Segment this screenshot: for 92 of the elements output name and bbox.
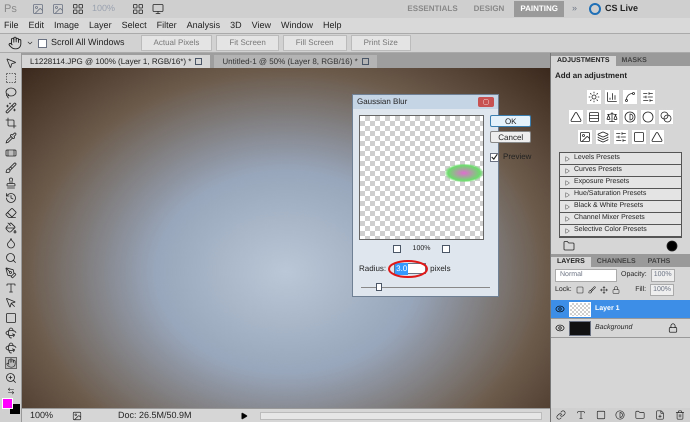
brightness-icon[interactable] — [586, 90, 600, 104]
zoom-in-button[interactable] — [442, 245, 450, 254]
menu-item[interactable]: Window — [280, 18, 313, 32]
lasso-tool-icon[interactable] — [4, 87, 16, 99]
view-extras-icon — [72, 3, 84, 15]
hand-tool-icon — [8, 36, 22, 50]
menu-item[interactable]: Image — [54, 18, 80, 32]
close-button[interactable] — [478, 97, 494, 107]
blur-tool-icon[interactable] — [4, 237, 16, 249]
brush-tool-icon[interactable] — [4, 162, 16, 174]
half-circle-icon[interactable] — [622, 110, 636, 124]
lock-position-icon — [600, 286, 608, 294]
visibility-eye-icon — [555, 323, 565, 333]
swap-colors-icon[interactable] — [6, 387, 14, 395]
balance-icon[interactable] — [604, 110, 618, 124]
stamp-tool-icon[interactable] — [4, 177, 16, 189]
arrange-documents-icon — [132, 3, 144, 15]
horizontal-scrollbar[interactable] — [260, 412, 542, 420]
caret-icon — [26, 39, 34, 47]
menu-arrow-icon — [240, 412, 248, 420]
hand-tool-icon[interactable] — [4, 357, 16, 369]
levels-icon[interactable] — [604, 90, 618, 104]
new-layer-icon — [655, 410, 666, 420]
checkbox-label: Scroll All Windows — [51, 36, 125, 50]
exposure-icon[interactable] — [640, 90, 654, 104]
blurred-eye-mark — [445, 164, 483, 182]
menu-item[interactable]: Layer — [89, 18, 112, 32]
eyedropper-tool-icon[interactable] — [4, 132, 16, 144]
color-swatches[interactable] — [2, 398, 20, 414]
healing-tool-icon[interactable] — [4, 147, 16, 159]
layer-thumbnail — [569, 320, 591, 336]
lock-pixels-icon — [588, 286, 596, 294]
type-tool-icon[interactable] — [4, 282, 16, 294]
annotation-circle-drawing — [387, 258, 429, 278]
marquee-tool-icon[interactable] — [4, 72, 16, 84]
menu-item[interactable]: 3D — [230, 18, 242, 32]
curves-icon[interactable] — [622, 90, 636, 104]
mask-circles-icon — [666, 240, 678, 252]
zoom-out-button[interactable] — [392, 245, 401, 254]
close-icon[interactable] — [362, 58, 369, 65]
rotate-3d-tool-icon[interactable] — [4, 327, 16, 339]
menu-item[interactable]: Help — [322, 18, 342, 32]
menu-item[interactable]: View — [252, 18, 271, 32]
group-icon — [635, 410, 646, 420]
lock-icon — [668, 323, 678, 333]
eraser-tool-icon[interactable] — [4, 207, 16, 219]
link-icon — [556, 410, 566, 420]
crop-tool-icon[interactable] — [4, 117, 16, 129]
option-button[interactable]: Print Size — [350, 35, 411, 51]
trash-icon — [674, 410, 685, 420]
swap-arrow-icon — [6, 387, 14, 395]
menu-item[interactable]: Select — [122, 18, 147, 32]
menu-item[interactable]: Edit — [28, 18, 44, 32]
lock-all-icon — [612, 286, 620, 294]
document-size: Doc: 26.5M/50.9M — [118, 408, 193, 422]
history-brush-tool-icon[interactable] — [4, 192, 16, 204]
hue-saturation-icon[interactable] — [586, 110, 600, 124]
panel-heading: Add an adjustment — [554, 70, 628, 82]
layer-thumbnail — [569, 302, 591, 316]
wand-tool-icon[interactable] — [4, 102, 16, 114]
document-tab[interactable]: L1228114.JPG @ 100% (Layer 1, RGB/16*) * — [22, 55, 210, 68]
zoom-field[interactable]: 100% — [30, 408, 60, 422]
app-logo: Ps — [4, 2, 18, 17]
dialog-title: Gaussian Blur — [357, 96, 408, 108]
menu-item[interactable]: File — [4, 18, 19, 32]
checkbox[interactable] — [38, 38, 47, 48]
bucket-tool-icon[interactable] — [4, 222, 16, 234]
rectangle-tool-icon[interactable] — [4, 312, 16, 324]
selection-tool-icon[interactable] — [4, 297, 16, 309]
option-button[interactable]: Fill Screen — [282, 35, 347, 51]
visibility-eye-icon — [555, 304, 565, 314]
cs-live-button[interactable]: CS Live — [604, 2, 638, 16]
cs-live-icon — [588, 3, 601, 15]
camera-3d-tool-icon[interactable] — [4, 342, 16, 354]
menu-item[interactable]: Filter — [156, 18, 177, 32]
preview-checkbox[interactable] — [490, 152, 499, 162]
zoom-tool-icon[interactable] — [4, 372, 16, 384]
close-icon — [483, 99, 489, 105]
move-tool-icon[interactable] — [4, 57, 16, 69]
dialog-button[interactable]: OK — [490, 115, 532, 127]
close-icon[interactable] — [195, 58, 202, 65]
dialog-button[interactable]: Cancel — [490, 131, 532, 143]
screen-mode-icon — [152, 3, 164, 15]
menu-item[interactable]: Analysis — [186, 18, 220, 32]
unit-label: pixels — [430, 262, 451, 274]
preview-label: Preview — [503, 151, 532, 163]
option-button[interactable]: Fit Screen — [216, 35, 279, 51]
radius-label: Radius: — [359, 262, 386, 274]
document-tab[interactable]: Untitled-1 @ 50% (Layer 8, RGB/16) * — [214, 55, 377, 68]
pen-tool-icon[interactable] — [4, 267, 16, 279]
slider-thumb[interactable] — [376, 282, 382, 290]
option-button[interactable]: Actual Pixels — [140, 35, 212, 51]
